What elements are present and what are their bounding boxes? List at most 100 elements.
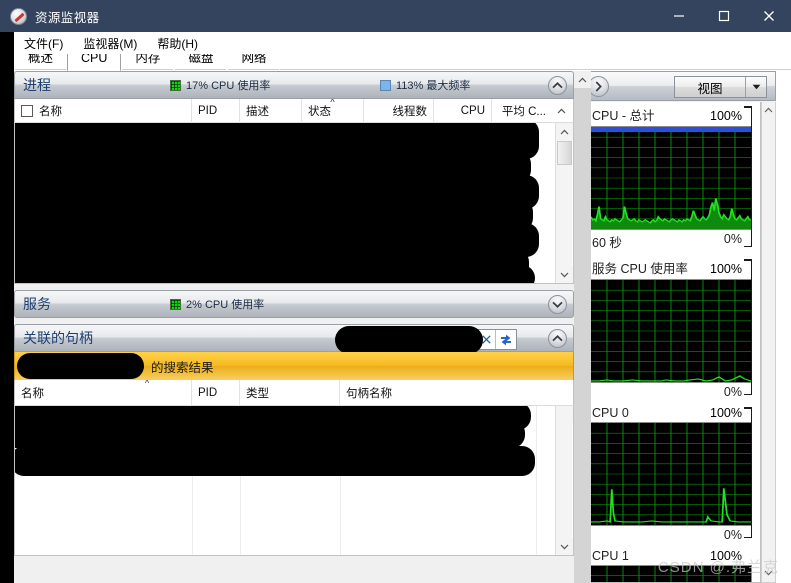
processes-table-body[interactable] <box>14 123 574 284</box>
handles-table-body[interactable] <box>14 406 574 556</box>
processes-panel-header[interactable]: 进程 17% CPU 使用率 113% 最大频率 <box>14 71 574 99</box>
handles-panel-header[interactable]: 关联的句柄 <box>14 324 574 354</box>
select-all-checkbox[interactable] <box>21 104 33 117</box>
redaction-blob <box>15 265 535 283</box>
refresh-search-button[interactable] <box>496 333 516 346</box>
resource-monitor-icon <box>10 7 27 25</box>
content-scrollbar[interactable] <box>574 71 591 583</box>
graph-cpu-total: CPU - 总计 100% 60 秒 0% <box>590 102 752 255</box>
handles-table-header: ^ 名称 PID 类型 句柄名称 <box>14 379 574 406</box>
graph-services-cpu: 服务 CPU 使用率 100% 0% <box>590 255 752 403</box>
menu-item-monitor[interactable]: 监视器(M) <box>73 33 147 54</box>
chevron-up-icon <box>764 107 773 112</box>
column-header-threads[interactable]: 线程数 <box>364 98 434 123</box>
handle-column-header-pid[interactable]: PID <box>192 379 240 406</box>
handles-panel: 关联的句柄 的搜索结果 ^ 名称 PID 类型 句柄名称 <box>14 324 574 556</box>
scroll-down-button[interactable] <box>556 266 573 283</box>
column-header-name[interactable]: 名称 <box>15 98 192 123</box>
graph-services-cpu-plot <box>591 280 751 382</box>
graph-cpu-0-header: CPU 0 100% <box>590 403 752 422</box>
column-header-avg-cpu[interactable]: 平均 C... <box>492 99 552 123</box>
services-cpu-usage-legend-label: 2% CPU 使用率 <box>186 299 265 311</box>
scroll-up-button[interactable] <box>762 102 775 117</box>
scroll-up-button[interactable] <box>556 406 573 423</box>
graph-cpu-total-footer: 60 秒 0% <box>590 230 752 255</box>
max-frequency-legend-label: 113% 最大频率 <box>396 80 471 92</box>
processes-collapse-button[interactable] <box>548 76 567 95</box>
graph-services-cpu-max: 100% <box>710 262 742 276</box>
graph-cpu-1-canvas <box>590 565 752 582</box>
redaction-blob <box>17 353 144 379</box>
chevron-up-icon <box>552 82 563 89</box>
processes-panel-title: 进程 <box>23 77 51 93</box>
view-dropdown[interactable]: 视图 <box>674 76 767 98</box>
handle-column-header-handle-name[interactable]: 句柄名称 <box>340 380 536 406</box>
graph-cpu-0-min: 0% <box>723 528 742 542</box>
graph-cpu-0-max: 100% <box>710 406 742 420</box>
scroll-thumb[interactable] <box>557 141 572 165</box>
menu-item-help[interactable]: 帮助(H) <box>147 33 208 54</box>
minimize-button[interactable] <box>656 0 701 32</box>
graph-cpu-total-time: 60 秒 <box>592 236 622 250</box>
column-header-pid[interactable]: PID <box>192 98 240 123</box>
collapse-graphs-button[interactable] <box>588 75 609 97</box>
graph-services-cpu-header: 服务 CPU 使用率 100% <box>590 255 752 279</box>
handle-search-input[interactable] <box>335 326 483 354</box>
chevron-up-icon <box>560 129 569 134</box>
graph-cpu-1-max: 100% <box>710 549 742 563</box>
graph-cpu-1-title: CPU 1 <box>592 549 629 563</box>
column-header-status[interactable]: ^ 状态 <box>302 98 364 123</box>
services-panel: 服务 2% CPU 使用率 <box>14 290 574 318</box>
chevron-up-icon <box>578 77 587 82</box>
chevron-up-icon <box>557 108 565 113</box>
chevron-up-icon <box>552 335 563 342</box>
sort-ascending-icon: ^ <box>330 98 335 107</box>
scroll-up-button[interactable] <box>574 71 591 88</box>
graph-services-cpu-footer: 0% <box>590 383 752 403</box>
graph-cpu-1: CPU 1 100% <box>590 546 752 582</box>
graph-cpu-0-canvas <box>590 422 752 526</box>
scroll-down-button[interactable] <box>556 538 573 555</box>
chevron-right-icon <box>595 80 602 92</box>
services-cpu-usage-legend: 2% CPU 使用率 <box>170 296 264 312</box>
processes-list-scrollbar[interactable] <box>555 123 573 283</box>
column-header-description[interactable]: 描述 <box>240 98 302 123</box>
redaction-blob <box>15 446 535 476</box>
graph-services-cpu-canvas <box>590 279 752 383</box>
search-results-suffix: 的搜索结果 <box>151 360 214 375</box>
view-dropdown-arrow[interactable] <box>746 84 766 90</box>
maximize-button[interactable] <box>701 0 746 32</box>
chevron-down-icon <box>552 301 563 308</box>
graph-cpu-0-plot <box>591 423 751 525</box>
handles-collapse-button[interactable] <box>548 329 567 348</box>
cpu-tab-content: 进程 17% CPU 使用率 113% 最大频率 名称 PID 描述 ^ 状态 … <box>14 71 574 583</box>
services-expand-button[interactable] <box>548 295 567 314</box>
resource-monitor-window: 资源监视器 文件(F) 监视器(M) 帮助(H) 概述 CPU 内存 磁盘 网络 <box>0 0 791 583</box>
scroll-track[interactable] <box>574 88 591 566</box>
graph-cpu-total-header: CPU - 总计 100% <box>590 102 752 126</box>
graphs-scrollbar[interactable] <box>761 102 776 583</box>
cpu-usage-legend: 17% CPU 使用率 <box>170 77 270 93</box>
services-panel-header[interactable]: 服务 2% CPU 使用率 <box>14 290 574 318</box>
graph-cpu-total-title: CPU - 总计 <box>592 109 655 123</box>
sort-ascending-icon: ^ <box>144 379 150 388</box>
redaction-blob <box>15 420 525 448</box>
graph-services-cpu-title: 服务 CPU 使用率 <box>592 262 688 276</box>
handle-column-header-type[interactable]: 类型 <box>240 379 340 406</box>
refresh-icon <box>501 334 511 346</box>
close-button[interactable] <box>746 0 791 32</box>
handle-column-header-name[interactable]: ^ 名称 <box>15 379 192 406</box>
menu-item-file[interactable]: 文件(F) <box>14 33 73 54</box>
graph-list[interactable]: CPU - 总计 100% 60 秒 0% 服务 CPU 使用率 100% 0%… <box>581 102 761 583</box>
column-header-name-label: 名称 <box>39 105 62 118</box>
graph-range-bracket <box>744 407 752 538</box>
handle-search-box[interactable] <box>335 326 517 354</box>
handles-list-scrollbar[interactable] <box>555 406 573 555</box>
title-bar: 资源监视器 <box>0 0 791 32</box>
graph-cpu-0-footer: 0% <box>590 526 752 546</box>
graphs-toolbar: 视图 <box>581 71 776 101</box>
scroll-up-button[interactable] <box>556 123 573 140</box>
scroll-down-button[interactable] <box>762 565 775 580</box>
column-header-cpu[interactable]: CPU <box>434 98 492 123</box>
graph-range-bracket <box>744 259 752 395</box>
